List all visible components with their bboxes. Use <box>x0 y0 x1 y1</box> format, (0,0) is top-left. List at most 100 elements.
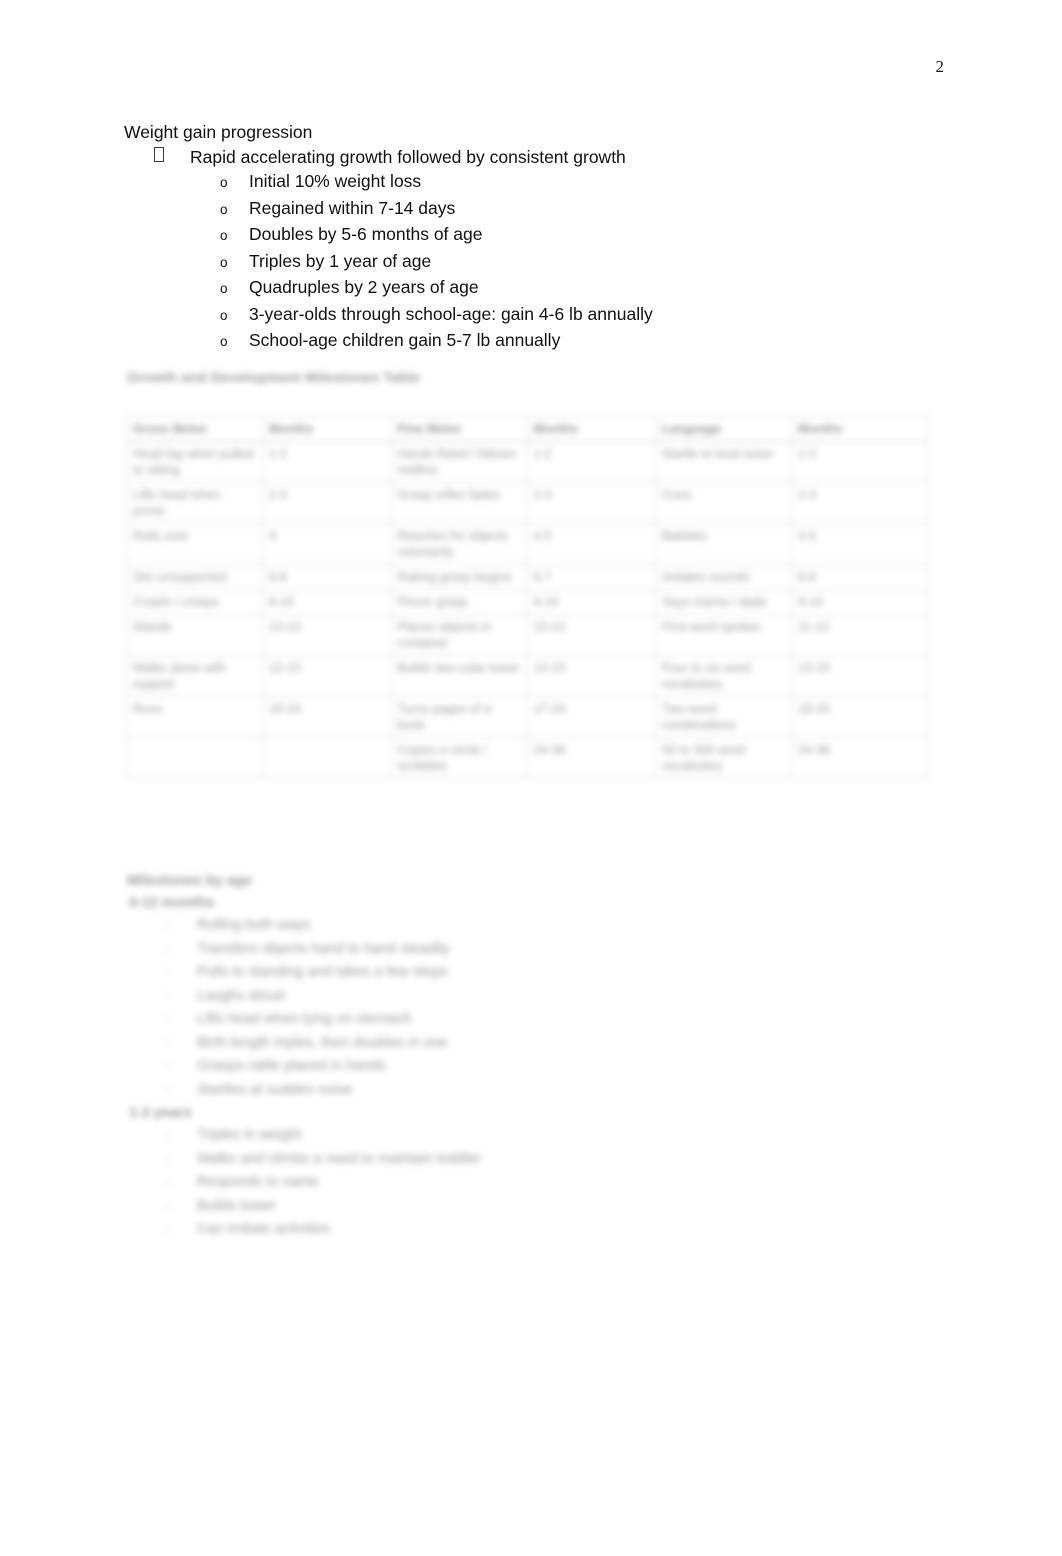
lower-list-label: Grasps rattle placed in hands <box>197 1058 386 1074</box>
dash-bullet-icon: - <box>165 1150 170 1167</box>
table-cell: Stands <box>126 614 263 656</box>
lower-list-label: Builds tower <box>197 1197 276 1214</box>
table-cell: 9-10 <box>791 589 928 615</box>
dash-bullet-icon: - <box>165 964 170 980</box>
table-row: Rolls over 4 Reaches for objects volunta… <box>126 523 928 565</box>
table-header-row: Gross Motor Months Fine Motor Months Lan… <box>126 416 928 442</box>
table-cell: 2-3 <box>261 482 392 524</box>
lower-list-label: Walks and climbs a need to maintain todd… <box>197 1150 481 1167</box>
table-cell: 10-12 <box>526 614 657 656</box>
lower-list-label: Triples in weight <box>197 1127 302 1143</box>
table-header-cell: Language <box>655 416 793 442</box>
table-cell: 11-12 <box>791 614 928 656</box>
outline-level2-item: o Regained within 7-14 days <box>124 196 944 223</box>
table-cell: Four to six word vocabulary <box>655 655 793 697</box>
table-cell: 50 to 300 word vocabulary <box>655 737 793 779</box>
outline-level2-label: Initial 10% weight loss <box>249 171 422 191</box>
table-cell: Copies a circle / scribbles <box>390 737 528 779</box>
dash-bullet-icon: - <box>165 1127 170 1143</box>
outline-level2-label: 3-year-olds through school-age: gain 4-6… <box>249 303 653 324</box>
table-cell: 24-36 <box>791 737 928 779</box>
lower-section-label: 1-3 years <box>129 1105 192 1121</box>
table-header-cell: Months <box>261 416 392 442</box>
lower-list-item: - Lifts head when lying on stomach <box>127 1008 927 1032</box>
table-cell: Pincer grasp <box>390 589 528 615</box>
outline-level2-item: o Quadruples by 2 years of age <box>124 275 944 302</box>
lower-list-item: - Builds tower <box>127 1195 927 1219</box>
table-cell: Head lag when pulled to sitting <box>126 441 263 483</box>
table-cell: Rolls over <box>126 523 263 565</box>
missing-glyph-box-icon <box>154 146 164 162</box>
dash-bullet-icon: - <box>165 1034 170 1051</box>
table-cell: Startle to loud noise <box>655 441 793 483</box>
table-cell: 9-10 <box>526 589 657 615</box>
table-cell: 13-15 <box>791 655 928 697</box>
table-cell: Builds two-cube tower <box>390 655 528 697</box>
outline-level2-label: Triples by 1 year of age <box>249 250 432 271</box>
lower-section-label: 0-12 months <box>129 895 215 911</box>
table-cell: 6-8 <box>791 564 928 590</box>
dash-bullet-icon: - <box>165 917 170 933</box>
table-cell: Coos <box>655 482 793 524</box>
lower-list-item: - Walks and climbs a need to maintain tod… <box>127 1148 927 1172</box>
outline-heading: Weight gain progression <box>124 122 313 142</box>
table-cell: First word spoken <box>655 614 793 656</box>
table-cell: 8-10 <box>261 589 392 615</box>
lower-list-label: Laughs aloud <box>197 987 285 1004</box>
o-bullet-icon: o <box>220 254 228 270</box>
o-bullet-icon: o <box>220 201 228 217</box>
table-row: Runs 18-24 Turns pages of a book 17-24 T… <box>126 696 928 738</box>
o-bullet-icon: o <box>220 307 228 323</box>
table-cell: Runs <box>126 696 263 738</box>
lower-list-label: Responds to name <box>197 1174 319 1190</box>
lower-list-item: - Rolling both ways <box>127 914 927 938</box>
document-page: 2 Weight gain progression Rapid accelera… <box>0 0 1062 1556</box>
table-row: Copies a circle / scribbles 24-36 50 to … <box>126 737 928 779</box>
table-row: Walks alone with support 12-15 Builds tw… <box>126 655 928 697</box>
dash-bullet-icon: - <box>165 1197 170 1214</box>
table-row: Stands 10-12 Places objects in container… <box>126 614 928 656</box>
table-cell: Babbles <box>655 523 793 565</box>
lower-list-item: - Laughs aloud <box>127 985 927 1009</box>
dash-bullet-icon: - <box>165 1011 170 1027</box>
lower-list-item: - Responds to name <box>127 1171 927 1195</box>
dash-bullet-icon: - <box>165 1081 170 1098</box>
table-cell: Walks alone with support <box>126 655 263 697</box>
lower-list-label: Can imitate activities <box>197 1221 330 1237</box>
o-bullet-icon: o <box>220 281 228 296</box>
table-cell: Reaches for objects voluntarily <box>390 523 528 565</box>
lower-list-item: - Grasps rattle placed in hands <box>127 1055 927 1079</box>
dash-bullet-icon: - <box>165 1058 170 1074</box>
table-cell: Crawls / creeps <box>126 589 263 615</box>
table-cell: 6-8 <box>261 564 392 590</box>
lower-list-label: Lifts head when lying on stomach <box>197 1011 412 1027</box>
outline-level2-label: School-age children gain 5-7 lb annually <box>249 330 561 350</box>
lower-list-label: Birth length triples, then doubles in on… <box>197 1034 448 1051</box>
table-cell: Raking grasp begins <box>390 564 528 590</box>
outline-level2-label: Doubles by 5-6 months of age <box>249 224 483 244</box>
table-row: Sits unsupported 6-8 Raking grasp begins… <box>126 564 928 590</box>
table-cell: Sits unsupported <box>126 564 263 590</box>
table-cell: Imitates sounds <box>655 564 793 590</box>
table-cell: 14-15 <box>526 655 657 697</box>
table-header-cell: Gross Motor <box>126 416 263 442</box>
table-cell: 18-24 <box>261 696 392 738</box>
table-row: Crawls / creeps 8-10 Pincer grasp 9-10 S… <box>126 589 928 615</box>
lower-list-label: Startles at sudden noise <box>197 1081 353 1098</box>
lower-list-item: - Startles at sudden noise <box>127 1079 927 1103</box>
table-header-cell: Months <box>526 416 657 442</box>
outline-level2-item: o Initial 10% weight loss <box>124 169 944 196</box>
outline-level2-label: Quadruples by 2 years of age <box>249 277 479 297</box>
table-row: Lifts head when prone 2-3 Grasp reflex f… <box>126 482 928 524</box>
lower-list-item: - Triples in weight <box>127 1124 927 1148</box>
table-header-cell: Months <box>791 416 928 442</box>
o-bullet-icon: o <box>220 334 228 349</box>
table-cell: Places objects in container <box>390 614 528 656</box>
table-cell: 4-6 <box>791 523 928 565</box>
table-caption: Growth and Development Milestones Table <box>127 369 421 385</box>
table-cell: Hands fisted / follows midline <box>390 441 528 483</box>
outline-level1-item: Rapid accelerating growth followed by co… <box>124 145 944 170</box>
table-header-cell: Fine Motor <box>390 416 528 442</box>
table-cell: 1-2 <box>261 441 392 483</box>
table-cell: 4 <box>261 523 392 565</box>
